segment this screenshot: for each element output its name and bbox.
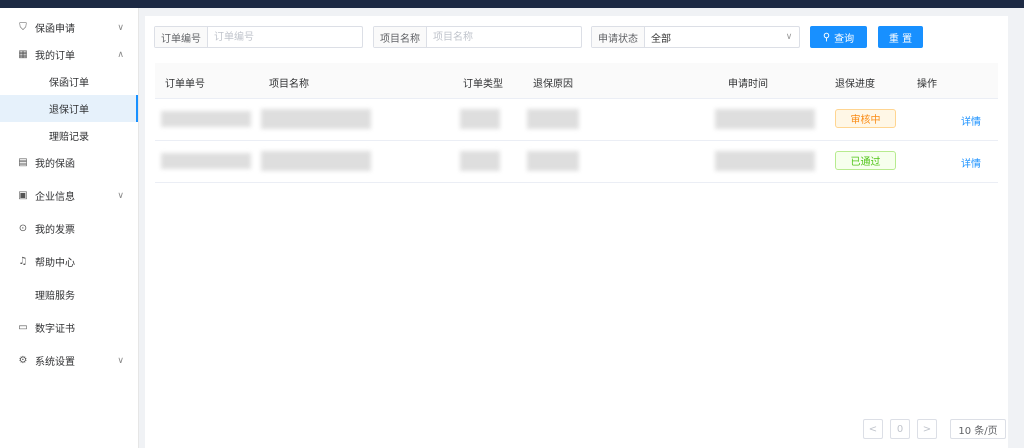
redacted-order-number xyxy=(161,111,251,127)
search-bar: 订单编号 项目名称 申请状态 全部 ∨ ⚲ 查询 重 置 xyxy=(145,26,1008,48)
building-icon: ▣ xyxy=(18,190,28,201)
invoice-icon: ⊙ xyxy=(18,223,28,234)
prev-page-button[interactable]: < xyxy=(863,419,883,439)
sidebar-item-label: 保函申请 xyxy=(35,24,75,35)
sidebar-item-label: 我的发票 xyxy=(35,225,75,236)
sidebar-subitem-surrender-orders[interactable]: 退保订单 xyxy=(0,95,138,122)
sidebar-subitem-claim-records[interactable]: 理赔记录 xyxy=(0,122,138,149)
chevron-down-icon: ∨ xyxy=(117,22,124,33)
sidebar-item-digital-certificate[interactable]: ▭ 数字证书 xyxy=(0,314,138,341)
sidebar: ⛉ 保函申请 ∨ ▦ 我的订单 ∧ 保函订单 退保订单 理赔记录 ▤ 我的保函 … xyxy=(0,8,139,448)
sidebar-item-label: 我的保函 xyxy=(35,159,75,170)
shield-icon: ⛉ xyxy=(19,22,27,33)
table-row: 审核中 详情 xyxy=(155,99,998,141)
chevron-up-icon: ∧ xyxy=(117,49,124,60)
grid-icon: ▦ xyxy=(18,49,28,60)
table-header: 订单单号 项目名称 订单类型 退保原因 申请时间 退保进度 操作 xyxy=(155,63,998,99)
redacted-order-type xyxy=(460,109,500,129)
order-number-input[interactable] xyxy=(208,27,362,47)
main-content: 订单编号 项目名称 申请状态 全部 ∨ ⚲ 查询 重 置 订单单号 项目名称 订… xyxy=(145,16,1008,448)
pagination: < 0 > 10 条/页 xyxy=(145,419,1008,439)
sidebar-item-help-center[interactable]: ♫ 帮助中心 xyxy=(0,248,138,275)
page-size-select[interactable]: 10 条/页 xyxy=(950,419,1006,439)
sidebar-item-label: 企业信息 xyxy=(35,192,75,203)
redacted-reason xyxy=(527,151,579,171)
redacted-reason xyxy=(527,109,579,129)
sidebar-subitem-guarantee-orders[interactable]: 保函订单 xyxy=(0,68,138,95)
page-number[interactable]: 0 xyxy=(890,419,910,439)
sidebar-item-label: 系统设置 xyxy=(35,357,75,368)
column-header: 项目名称 xyxy=(269,79,309,90)
order-number-field: 订单编号 xyxy=(154,26,363,48)
chevron-down-icon: ∨ xyxy=(117,355,124,366)
status-label: 申请状态 xyxy=(592,27,645,47)
sidebar-item-label: 数字证书 xyxy=(35,324,75,335)
sidebar-item-my-orders[interactable]: ▦ 我的订单 ∧ xyxy=(0,41,138,68)
sidebar-item-my-invoices[interactable]: ⊙ 我的发票 xyxy=(0,215,138,242)
gear-icon: ⚙ xyxy=(18,355,28,366)
project-name-label: 项目名称 xyxy=(374,27,427,47)
redacted-order-type xyxy=(460,151,500,171)
order-number-label: 订单编号 xyxy=(155,27,208,47)
document-icon: ▤ xyxy=(18,157,28,168)
redacted-project-name xyxy=(261,109,371,129)
sidebar-item-label: 理赔服务 xyxy=(35,291,75,302)
column-header: 退保原因 xyxy=(533,79,573,90)
search-icon: ⚲ xyxy=(822,31,831,43)
next-page-button[interactable]: > xyxy=(917,419,937,439)
sidebar-item-my-guarantees[interactable]: ▤ 我的保函 xyxy=(0,149,138,176)
table-row: 已通过 详情 xyxy=(155,141,998,183)
sidebar-item-label: 帮助中心 xyxy=(35,258,75,269)
reset-button[interactable]: 重 置 xyxy=(878,26,923,48)
column-header: 申请时间 xyxy=(728,79,768,90)
sidebar-item-system-settings[interactable]: ⚙ 系统设置 ∨ xyxy=(0,347,138,374)
redacted-order-number xyxy=(161,153,251,169)
project-name-input[interactable] xyxy=(427,27,581,47)
status-badge: 已通过 xyxy=(835,151,896,170)
details-link[interactable]: 详情 xyxy=(961,113,981,128)
column-header: 订单单号 xyxy=(165,79,205,90)
column-header: 退保进度 xyxy=(835,79,875,90)
top-bar xyxy=(0,0,1024,8)
status-select[interactable]: 申请状态 全部 ∨ xyxy=(591,26,800,48)
column-header: 操作 xyxy=(917,79,937,90)
status-select-value: 全部 xyxy=(651,33,671,45)
project-name-field: 项目名称 xyxy=(373,26,582,48)
details-link[interactable]: 详情 xyxy=(961,155,981,170)
bell-icon: ♫ xyxy=(18,256,28,267)
redacted-apply-time xyxy=(715,151,815,171)
column-header: 订单类型 xyxy=(463,79,503,90)
chevron-down-icon: ∨ xyxy=(117,190,124,201)
redacted-apply-time xyxy=(715,109,815,129)
sidebar-item-company-info[interactable]: ▣ 企业信息 ∨ xyxy=(0,182,138,209)
certificate-icon: ▭ xyxy=(18,322,28,333)
sidebar-item-guarantee-apply[interactable]: ⛉ 保函申请 ∨ xyxy=(0,14,138,41)
chevron-down-icon: ∨ xyxy=(785,32,793,42)
query-button[interactable]: ⚲ 查询 xyxy=(810,26,867,48)
sidebar-item-claim-service[interactable]: 理赔服务 xyxy=(0,281,138,308)
query-button-label: 查询 xyxy=(834,33,855,45)
surrender-orders-table: 订单单号 项目名称 订单类型 退保原因 申请时间 退保进度 操作 审核中 详情 … xyxy=(155,63,998,183)
sidebar-item-label: 我的订单 xyxy=(35,51,75,62)
status-badge: 审核中 xyxy=(835,109,896,128)
redacted-project-name xyxy=(261,151,371,171)
